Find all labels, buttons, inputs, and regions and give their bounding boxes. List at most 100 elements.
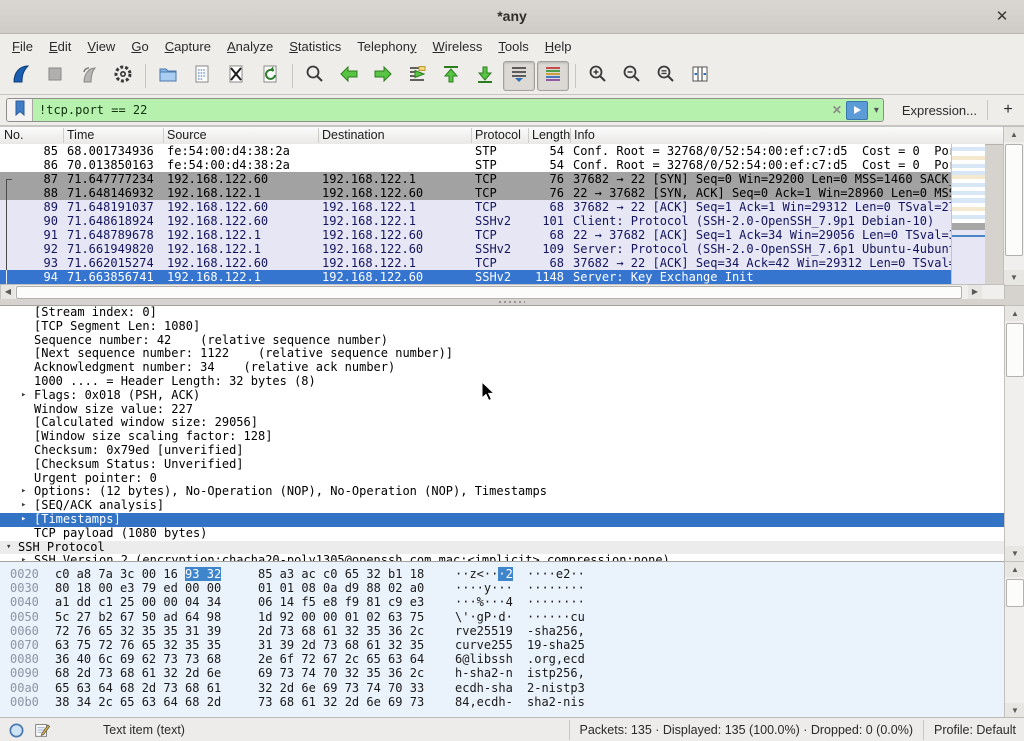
ascii-left[interactable]: ····y··· xyxy=(455,581,513,595)
detail-line[interactable]: Acknowledgment number: 34 (relative ack … xyxy=(0,361,1004,375)
hex-bytes-right[interactable]: 2e 6f 72 67 2c 65 63 64 xyxy=(258,652,424,666)
ascii-right[interactable]: ······cu xyxy=(527,610,585,624)
column-separator[interactable] xyxy=(318,128,319,143)
filter-value[interactable]: !tcp.port == 22 xyxy=(33,103,828,117)
detail-line[interactable]: [Window size scaling factor: 128] xyxy=(0,430,1004,444)
detail-line[interactable]: 1000 .... = Header Length: 32 bytes (8) xyxy=(0,375,1004,389)
capture-comment-button[interactable] xyxy=(33,721,51,739)
capture-options-button[interactable] xyxy=(107,61,139,91)
scrollbar-thumb[interactable] xyxy=(1005,144,1023,256)
filter-history-caret-icon[interactable]: ▾ xyxy=(870,105,883,116)
resize-columns-button[interactable] xyxy=(684,61,716,91)
hex-bytes-left[interactable]: 38 34 2c 65 63 64 68 2d xyxy=(55,695,221,709)
column-separator[interactable] xyxy=(63,128,64,143)
capture-file-properties-button[interactable] xyxy=(8,722,25,739)
ascii-left[interactable]: 6@libssh xyxy=(455,652,513,666)
ascii-left[interactable]: ecdh-sha xyxy=(455,681,513,695)
hex-row[interactable]: 009068 2d 73 68 61 32 2d 6e69 73 74 70 3… xyxy=(0,666,1004,680)
column-header-destination[interactable]: Destination xyxy=(318,128,471,143)
filter-apply-button[interactable] xyxy=(846,101,868,120)
detail-line[interactable]: ▸Options: (12 bytes), No-Operation (NOP)… xyxy=(0,485,1004,499)
hex-row[interactable]: 00505c 27 b2 67 50 ad 64 981d 92 00 00 0… xyxy=(0,610,1004,624)
column-header-protocol[interactable]: Protocol xyxy=(471,128,528,143)
hex-bytes-right[interactable]: 01 01 08 0a d9 88 02 a0 xyxy=(258,581,424,595)
hex-bytes-left[interactable]: c0 a8 7a 3c 00 16 93 32 xyxy=(55,567,221,581)
save-file-button[interactable] xyxy=(186,61,218,91)
ascii-right[interactable]: ········ xyxy=(527,581,585,595)
details-vscrollbar[interactable]: ▲ ▼ xyxy=(1004,305,1024,562)
find-packet-button[interactable] xyxy=(299,61,331,91)
go-to-packet-button[interactable] xyxy=(401,61,433,91)
menu-file[interactable]: File xyxy=(4,36,41,57)
ascii-left[interactable]: \'·gP·d· xyxy=(455,610,513,624)
hex-row[interactable]: 003080 18 00 e3 79 ed 00 0001 01 08 0a d… xyxy=(0,581,1004,595)
hex-bytes-right[interactable]: 73 68 61 32 2d 6e 69 73 xyxy=(258,695,424,709)
ascii-right[interactable]: istp256, xyxy=(527,666,585,680)
detail-line[interactable]: ▸[SEQ/ACK analysis] xyxy=(0,499,1004,513)
ascii-right[interactable]: .org,ecd xyxy=(527,652,585,666)
restart-capture-button[interactable] xyxy=(73,61,105,91)
selected-bytes[interactable]: 93 32 xyxy=(185,567,221,581)
add-filter-button[interactable]: + xyxy=(998,101,1018,119)
hex-bytes-right[interactable]: 85 a3 ac c0 65 32 b1 18 xyxy=(258,567,424,581)
column-separator[interactable] xyxy=(528,128,529,143)
ascii-right[interactable]: ········ xyxy=(527,595,585,609)
scroll-up-icon[interactable]: ▲ xyxy=(1005,562,1024,577)
hex-bytes-left[interactable]: 36 40 6c 69 62 73 73 68 xyxy=(55,652,221,666)
ascii-left[interactable]: ··z<···2 xyxy=(455,567,513,581)
filter-clear-icon[interactable]: ✕ xyxy=(828,103,846,117)
packet-row-93[interactable]: 9371.662015274192.168.122.60192.168.122.… xyxy=(0,256,951,270)
packet-row-87[interactable]: 8771.647777234192.168.122.60192.168.122.… xyxy=(0,172,951,186)
detail-line[interactable]: [Next sequence number: 1122 (relative se… xyxy=(0,347,1004,361)
menu-go[interactable]: Go xyxy=(123,36,156,57)
hex-bytes-right[interactable]: 31 39 2d 73 68 61 32 35 xyxy=(258,638,424,652)
bytes-vscrollbar[interactable]: ▲ ▼ xyxy=(1004,561,1024,719)
detail-line[interactable]: Sequence number: 42 (relative sequence n… xyxy=(0,334,1004,348)
hex-row[interactable]: 006072 76 65 32 35 35 31 392d 73 68 61 3… xyxy=(0,624,1004,638)
expander-closed-icon[interactable]: ▸ xyxy=(21,499,26,513)
filter-bookmark-button[interactable] xyxy=(7,99,33,121)
hex-bytes-left[interactable]: 5c 27 b2 67 50 ad 64 98 xyxy=(55,610,221,624)
zoom-in-button[interactable] xyxy=(582,61,614,91)
menu-help[interactable]: Help xyxy=(537,36,580,57)
ascii-left[interactable]: 84,ecdh- xyxy=(455,695,513,709)
column-header-length[interactable]: Length xyxy=(528,128,570,143)
expander-open-icon[interactable]: ▾ xyxy=(6,541,11,555)
stop-capture-button[interactable] xyxy=(39,61,71,91)
hex-bytes-left[interactable]: 72 76 65 32 35 35 31 39 xyxy=(55,624,221,638)
menu-edit[interactable]: Edit xyxy=(41,36,79,57)
go-forward-button[interactable] xyxy=(367,61,399,91)
ascii-right[interactable]: -sha256, xyxy=(527,624,585,638)
scroll-up-icon[interactable]: ▲ xyxy=(1005,306,1024,321)
hex-bytes-right[interactable]: 2d 73 68 61 32 35 36 2c xyxy=(258,624,424,638)
menu-statistics[interactable]: Statistics xyxy=(281,36,349,57)
expander-closed-icon[interactable]: ▸ xyxy=(21,485,26,499)
detail-line[interactable]: [Calculated window size: 29056] xyxy=(0,416,1004,430)
start-capture-button[interactable] xyxy=(5,61,37,91)
hex-bytes-left[interactable]: 80 18 00 e3 79 ed 00 00 xyxy=(55,581,221,595)
ascii-right[interactable]: ····e2·· xyxy=(527,567,585,581)
detail-line[interactable]: ▸Flags: 0x018 (PSH, ACK) xyxy=(0,389,1004,403)
hex-row[interactable]: 0040a1 dd c1 25 00 00 04 3406 14 f5 e8 f… xyxy=(0,595,1004,609)
detail-line[interactable]: [Checksum Status: Unverified] xyxy=(0,458,1004,472)
hex-row[interactable]: 007063 75 72 76 65 32 35 3531 39 2d 73 6… xyxy=(0,638,1004,652)
menu-tools[interactable]: Tools xyxy=(490,36,536,57)
detail-line[interactable]: Urgent pointer: 0 xyxy=(0,472,1004,486)
ascii-left[interactable]: curve255 xyxy=(455,638,513,652)
title-bar[interactable]: *any ✕ xyxy=(0,0,1024,34)
hex-row[interactable]: 00a065 63 64 68 2d 73 68 6132 2d 6e 69 7… xyxy=(0,681,1004,695)
colorize-toggle[interactable] xyxy=(537,61,569,91)
scroll-down-icon[interactable]: ▼ xyxy=(1005,546,1024,561)
menu-capture[interactable]: Capture xyxy=(157,36,219,57)
detail-line[interactable]: ▸[Timestamps] xyxy=(0,513,1004,527)
ascii-right[interactable]: sha2-nis xyxy=(527,695,585,709)
scroll-left-icon[interactable]: ◀ xyxy=(1,285,15,300)
zoom-out-button[interactable] xyxy=(616,61,648,91)
detail-line[interactable]: [TCP Segment Len: 1080] xyxy=(0,320,1004,334)
expander-closed-icon[interactable]: ▸ xyxy=(21,389,26,403)
expander-closed-icon[interactable]: ▸ xyxy=(21,513,26,527)
hex-row[interactable]: 0020c0 a8 7a 3c 00 16 93 3285 a3 ac c0 6… xyxy=(0,567,1004,581)
selected-ascii[interactable]: ·2 xyxy=(498,567,512,581)
hex-row[interactable]: 00b038 34 2c 65 63 64 68 2d73 68 61 32 2… xyxy=(0,695,1004,709)
ascii-right[interactable]: 2-nistp3 xyxy=(527,681,585,695)
